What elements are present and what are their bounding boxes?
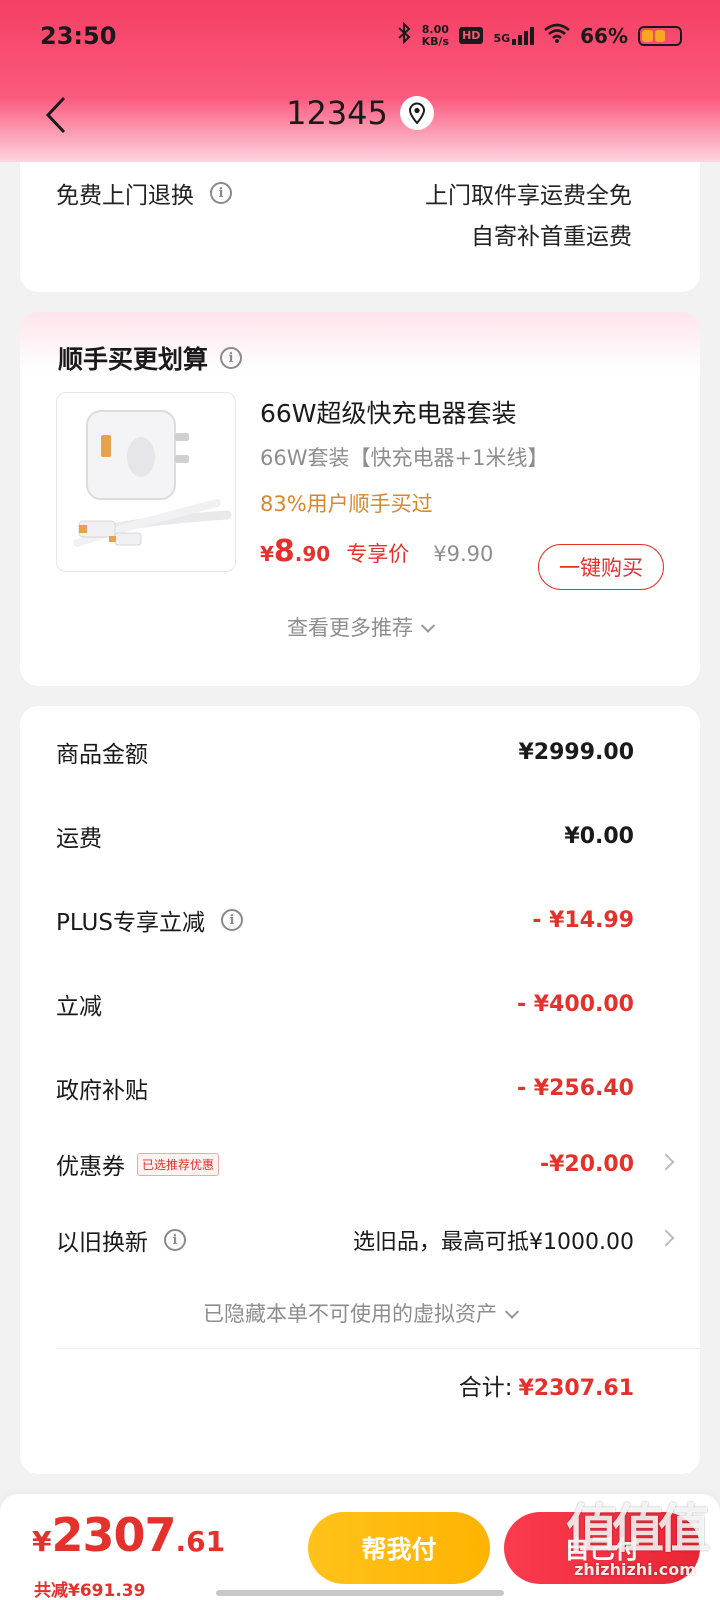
summary-value: ¥2999.00 <box>518 739 634 765</box>
return-policy-detail: 上门取件享运费全免 自寄补首重运费 <box>425 176 632 258</box>
original-price: ¥9.90 <box>433 542 494 566</box>
summary-label: 以旧换新 i <box>56 1223 186 1257</box>
location-pin-icon[interactable] <box>399 96 434 130</box>
pay-myself-button[interactable]: 自己付 <box>504 1512 700 1584</box>
battery-icon <box>638 25 682 46</box>
nav-bar: 12345 <box>0 80 720 152</box>
product-name[interactable]: 66W超级快充电器套装 <box>260 394 517 430</box>
return-policy-line2: 自寄补首重运费 <box>471 224 632 250</box>
summary-row-shipping: 运费 ¥0.00 <box>56 816 634 856</box>
info-icon[interactable]: i <box>220 347 243 369</box>
chevron-down-icon <box>504 1304 520 1319</box>
status-icons: 8.00 KB/s HD 5G 66% <box>396 21 682 49</box>
bundle-card: 顺手买更划算 i 66W超级快充电器套装 66W套装【快充电器+1米线】 83%… <box>20 312 700 686</box>
page-title-text: 12345 <box>286 94 388 132</box>
summary-label: 政府补贴 <box>56 1078 148 1104</box>
wifi-icon <box>544 23 570 48</box>
summary-row-instant-discount: 立减 - ¥400.00 <box>56 984 634 1024</box>
product-spec: 66W套装【快充电器+1米线】 <box>260 446 549 470</box>
price-summary-card: 商品金额 ¥2999.00 运费 ¥0.00 PLUS专享立减 i - ¥14.… <box>20 706 700 1474</box>
social-proof: 83%用户顺手买过 <box>260 492 433 516</box>
summary-label: PLUS专享立减 i <box>56 903 243 937</box>
total-label: 合计: <box>458 1375 513 1401</box>
summary-row-plus-discount: PLUS专享立减 i - ¥14.99 <box>56 900 634 940</box>
product-image[interactable] <box>56 392 236 572</box>
total-row: 合计: ¥2307.61 <box>459 1368 634 1402</box>
more-recommendations-link[interactable]: 查看更多推荐 <box>20 612 700 642</box>
hd-icon: HD <box>459 27 484 44</box>
return-policy-card: 免费上门退换 i 上门取件享运费全免 自寄补首重运费 <box>20 150 700 292</box>
return-policy-label-row: 免费上门退换 i <box>56 176 232 210</box>
summary-value: - ¥14.99 <box>532 907 634 933</box>
info-icon[interactable]: i <box>210 182 232 204</box>
divider <box>56 1348 700 1349</box>
bundle-title-text: 顺手买更划算 <box>58 345 209 374</box>
charger-image <box>73 410 232 547</box>
one-click-buy-button[interactable]: 一键购买 <box>538 544 664 590</box>
battery-percent: 66% <box>580 23 628 48</box>
summary-value: - ¥400.00 <box>517 991 634 1017</box>
price: ¥8.90 <box>260 534 331 569</box>
summary-label: 优惠券 已选推荐优惠 <box>56 1147 220 1181</box>
info-icon[interactable]: i <box>220 909 243 931</box>
total-savings: 共减¥691.39 <box>34 1581 146 1600</box>
bluetooth-icon <box>396 21 412 49</box>
hidden-assets-toggle[interactable]: 已隐藏本单不可使用的虚拟资产 <box>20 1298 700 1328</box>
total-value: ¥2307.61 <box>518 1376 634 1401</box>
product-price-row: ¥8.90 专享价 ¥9.90 <box>260 534 493 569</box>
summary-label: 立减 <box>56 994 102 1020</box>
summary-row-goods-amount: 商品金额 ¥2999.00 <box>56 732 634 772</box>
return-policy-line1: 上门取件享运费全免 <box>425 183 632 209</box>
summary-row-coupon[interactable]: 优惠券 已选推荐优惠 -¥20.00 <box>56 1144 675 1184</box>
summary-label: 运费 <box>56 826 102 852</box>
summary-value: -¥20.00 <box>539 1151 634 1177</box>
final-price: ¥ 2307 .61 <box>32 1508 226 1562</box>
summary-row-gov-subsidy: 政府补贴 - ¥256.40 <box>56 1068 634 1108</box>
coupon-selected-badge: 已选推荐优惠 <box>137 1152 220 1176</box>
summary-value: ¥0.00 <box>564 823 634 849</box>
checkout-bar: ¥ 2307 .61 共减¥691.39 帮我付 自己付 <box>0 1494 720 1600</box>
info-icon[interactable]: i <box>164 1229 186 1251</box>
page-title[interactable]: 12345 <box>0 94 720 132</box>
chevron-right-icon <box>657 1229 675 1247</box>
summary-value: 选旧品，最高可抵¥1000.00 <box>353 1230 634 1255</box>
net-speed: 8.00 KB/s <box>421 22 450 48</box>
home-indicator[interactable] <box>216 1590 504 1596</box>
status-bar: 23:50 8.00 KB/s HD 5G 66% <box>0 0 720 72</box>
chevron-right-icon <box>657 1153 675 1171</box>
header: 23:50 8.00 KB/s HD 5G 66% 12345 <box>0 0 720 162</box>
return-policy-label: 免费上门退换 <box>56 183 194 209</box>
summary-label: 商品金额 <box>56 742 148 768</box>
summary-row-trade-in[interactable]: 以旧换新 i 选旧品，最高可抵¥1000.00 <box>56 1220 675 1260</box>
exclusive-price-tag: 专享价 <box>346 542 410 566</box>
status-time: 23:50 <box>40 22 117 50</box>
cellular-signal-icon: 5G <box>493 26 535 45</box>
help-me-pay-button[interactable]: 帮我付 <box>308 1512 490 1584</box>
summary-value: - ¥256.40 <box>517 1075 634 1101</box>
bundle-section-title: 顺手买更划算 i <box>58 340 243 376</box>
chevron-down-icon <box>420 618 436 633</box>
